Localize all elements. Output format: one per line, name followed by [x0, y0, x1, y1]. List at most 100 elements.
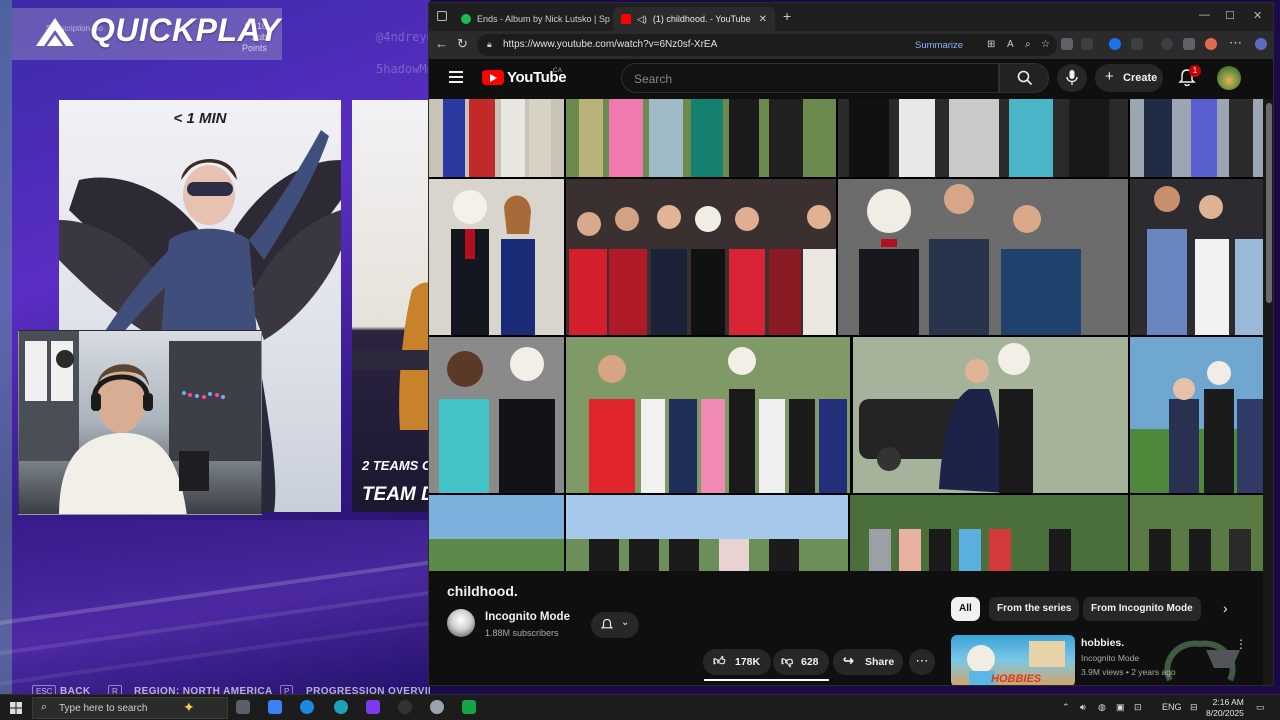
tab-title: (1) childhood. - YouTube: [652, 14, 751, 24]
more-horizontal-icon: ⋯: [915, 653, 929, 668]
create-button[interactable]: + Create: [1095, 64, 1163, 92]
system-clock[interactable]: 2:16 AM 8/20/2025: [1206, 697, 1244, 719]
region-label: CA: [553, 67, 563, 74]
channel-avatar[interactable]: [447, 609, 475, 637]
clock-time: 2:16 AM: [1212, 697, 1244, 707]
search-input[interactable]: Search: [621, 63, 999, 93]
menu-icon[interactable]: [449, 71, 463, 83]
language-indicator[interactable]: ENG: [1162, 702, 1182, 712]
thumbnail-text: HOBBIES: [991, 673, 1042, 685]
app-icon[interactable]: [430, 700, 444, 714]
youtube-logo-icon[interactable]: [482, 70, 504, 85]
dislike-button[interactable]: 👎︎ 628: [773, 649, 829, 675]
search-button[interactable]: [999, 63, 1049, 93]
thumbs-down-icon: 👎︎: [781, 654, 794, 668]
recommended-video-title[interactable]: hobbies.: [1081, 637, 1124, 649]
taskbar-search-input[interactable]: ⌕ Type here to search ✦: [32, 697, 228, 719]
quickplay-logo-icon: [36, 18, 74, 46]
tray-volume-icon[interactable]: 🔊︎: [1080, 702, 1086, 713]
new-tab-icon[interactable]: +: [783, 8, 791, 24]
youtube-header: YouTube CA Search + Create 1: [429, 59, 1273, 99]
lock-icon: 🔒︎: [487, 39, 492, 49]
mode-subtitle: 2 TEAMS OF: [362, 458, 430, 473]
chevron-right-icon[interactable]: ›: [1223, 600, 1228, 616]
tab-actions-icon[interactable]: [437, 11, 447, 21]
summarize-button[interactable]: Summarize: [915, 40, 963, 51]
tab-bar: Ends - Album by Nick Lutsko | Sp ◁) (1) …: [429, 3, 1273, 31]
extension-icon[interactable]: [1081, 38, 1093, 50]
maximize-icon[interactable]: ☐: [1225, 9, 1235, 22]
discord-icon[interactable]: [366, 700, 380, 714]
collections-icon[interactable]: [1183, 38, 1195, 50]
windows-taskbar: ⌕ Type here to search ✦ ⌃ 🔊︎ ◍ ▣ ⊡ ENG ⊟…: [0, 694, 1280, 720]
tray-chevron-up-icon[interactable]: ⌃: [1062, 702, 1070, 713]
share-label: Share: [865, 656, 895, 668]
extension-icon[interactable]: [1061, 38, 1073, 50]
edge-icon[interactable]: [300, 700, 314, 714]
chip-from-series[interactable]: From the series: [989, 597, 1080, 621]
network-icon[interactable]: ⊟: [1190, 702, 1198, 713]
search-highlight-icon: ✦: [183, 699, 195, 715]
obs-icon[interactable]: [398, 700, 412, 714]
history-icon[interactable]: [1161, 38, 1173, 50]
recommended-channel: Incognito Mode: [1081, 653, 1140, 663]
tab-spotify[interactable]: Ends - Album by Nick Lutsko | Sp: [453, 7, 611, 31]
mode-title: TEAM DE: [362, 484, 430, 505]
chip-from-channel[interactable]: From Incognito Mode: [1083, 597, 1201, 621]
microphone-icon: [1066, 70, 1078, 85]
voice-search-button[interactable]: [1057, 64, 1087, 92]
search-placeholder: Search: [634, 72, 673, 86]
tray-app-icon[interactable]: ⊡: [1134, 702, 1142, 713]
share-button[interactable]: ↪ Share: [833, 649, 903, 675]
close-window-icon[interactable]: ✕: [1253, 9, 1262, 22]
notifications-icon[interactable]: ▭: [1256, 702, 1265, 713]
search-icon: ⌕: [41, 701, 48, 713]
side-strip: [0, 0, 12, 700]
account-avatar[interactable]: [1217, 66, 1241, 90]
notification-count-badge: 1: [1189, 65, 1201, 77]
chat-handle: 5hadowMonk: [376, 62, 430, 76]
url-field[interactable]: 🔒︎ https://www.youtube.com/watch?v=6Nz0s…: [477, 34, 1057, 56]
windows-start-icon[interactable]: [10, 702, 22, 714]
video-title: childhood.: [447, 583, 518, 599]
plus-icon: +: [1105, 68, 1114, 85]
like-button[interactable]: 👍︎ 178K: [703, 649, 771, 675]
zoom-icon[interactable]: ⌕: [1025, 39, 1031, 50]
settings-more-icon[interactable]: ⋯: [1229, 35, 1242, 51]
dislike-count: 628: [801, 656, 819, 668]
subscriber-count: 1.88M subscribers: [485, 628, 559, 638]
app-icon[interactable]: [462, 700, 476, 714]
webcam-feed: [18, 330, 262, 515]
copilot-icon[interactable]: [1255, 38, 1267, 50]
share-icon: ↪: [843, 653, 854, 668]
read-aloud-icon[interactable]: A: [1007, 39, 1014, 50]
like-count: 178K: [735, 656, 761, 668]
page-scrollbar[interactable]: [1263, 99, 1273, 685]
edge-beta-icon[interactable]: [334, 700, 348, 714]
refresh-icon[interactable]: ↻: [457, 36, 468, 52]
clock-date: 8/20/2025: [1206, 708, 1244, 718]
minimize-icon[interactable]: —: [1199, 9, 1210, 21]
reader-icon[interactable]: ⊞: [987, 39, 995, 50]
thumbs-up-icon: 👍︎: [713, 654, 726, 668]
extension-icon[interactable]: [1109, 38, 1121, 50]
subscribed-notifications-button[interactable]: ⌄: [591, 612, 639, 638]
close-tab-icon[interactable]: ✕: [759, 14, 767, 25]
app-icon[interactable]: [268, 700, 282, 714]
task-view-icon[interactable]: [236, 700, 250, 714]
back-icon[interactable]: ←: [435, 36, 448, 51]
video-player[interactable]: [429, 99, 1263, 571]
tray-app-icon[interactable]: ◍: [1098, 702, 1106, 713]
tray-app-icon[interactable]: ▣: [1116, 702, 1125, 713]
extension-icon[interactable]: [1131, 38, 1143, 50]
more-actions-button[interactable]: ⋯: [909, 649, 935, 675]
chip-all[interactable]: All: [951, 597, 980, 621]
tab-youtube[interactable]: ◁) (1) childhood. - YouTube ✕: [613, 7, 775, 31]
profile-icon[interactable]: [1205, 38, 1217, 50]
channel-name[interactable]: Incognito Mode: [485, 611, 570, 623]
favorite-star-icon[interactable]: ☆: [1041, 39, 1050, 50]
scroll-thumb[interactable]: [1266, 103, 1272, 303]
mode-card-2[interactable]: 2 TEAMS OF TEAM DE: [352, 100, 430, 512]
recommended-video-thumbnail[interactable]: HOBBIES: [951, 635, 1075, 685]
chevron-down-icon: ⌄: [621, 617, 630, 628]
